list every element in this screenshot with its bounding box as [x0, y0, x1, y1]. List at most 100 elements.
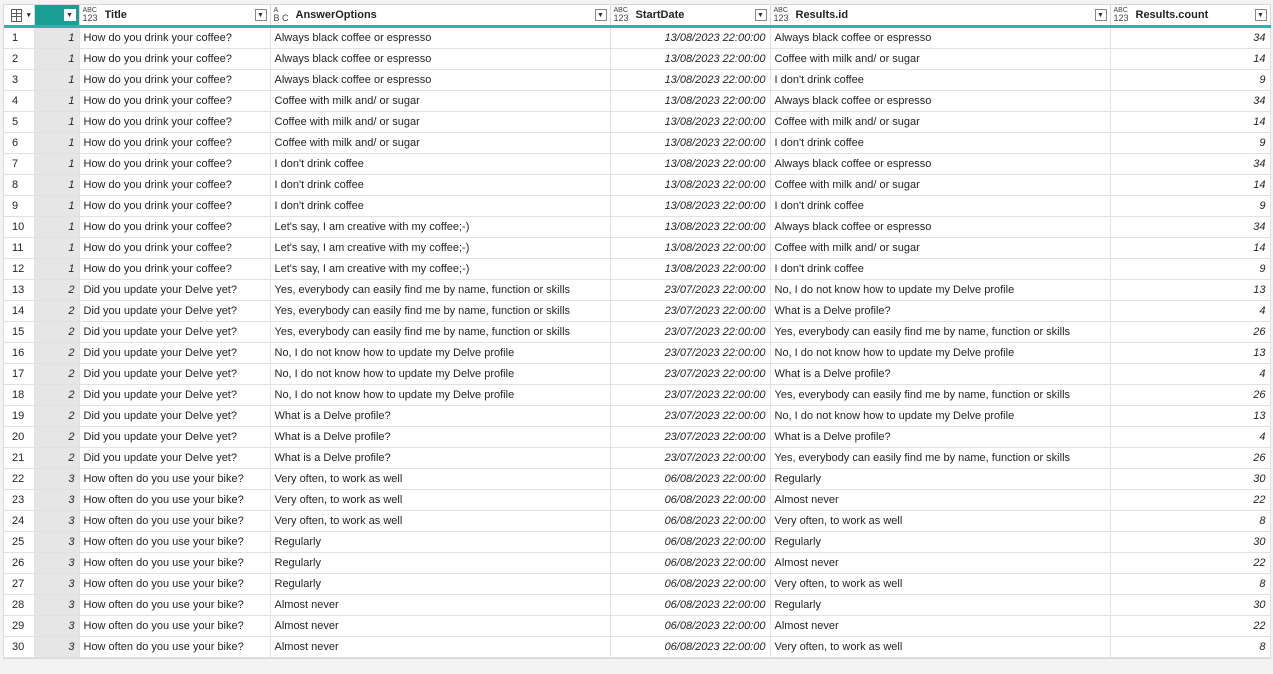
row-number[interactable]: 16 — [4, 342, 35, 364]
cell-id[interactable]: 1 — [34, 153, 80, 175]
cell-answer-option[interactable]: Let's say, I am creative with my coffee;… — [270, 258, 611, 280]
cell-id[interactable]: 3 — [34, 489, 80, 511]
cell-start-date[interactable]: 13/08/2023 22:00:00 — [610, 237, 771, 259]
cell-answer-option[interactable]: Very often, to work as well — [270, 489, 611, 511]
table-row[interactable]: 5 1 How do you drink your coffee? Coffee wi… — [4, 111, 1271, 133]
row-number[interactable]: 28 — [4, 594, 35, 616]
cell-answer-option[interactable]: Always black coffee or espresso — [270, 69, 611, 91]
column-header-results-id[interactable]: ABC 123 Results.id ▼ — [770, 5, 1111, 28]
cell-id[interactable]: 2 — [34, 342, 80, 364]
table-row[interactable]: 2 1 How do you drink your coffee? Always bl… — [4, 48, 1271, 70]
cell-start-date[interactable]: 23/07/2023 22:00:00 — [610, 363, 771, 385]
cell-results-count[interactable]: 13 — [1110, 405, 1271, 427]
cell-start-date[interactable]: 06/08/2023 22:00:00 — [610, 594, 771, 616]
table-row[interactable]: 30 3 How often do you use your bike? Almost… — [4, 636, 1271, 658]
cell-id[interactable]: 2 — [34, 384, 80, 406]
cell-results-count[interactable]: 8 — [1110, 636, 1271, 658]
cell-results-count[interactable]: 9 — [1110, 195, 1271, 217]
row-number[interactable]: 21 — [4, 447, 35, 469]
cell-results-id[interactable]: Regularly — [770, 531, 1111, 553]
cell-title[interactable]: Did you update your Delve yet? — [79, 405, 271, 427]
cell-results-id[interactable]: Almost never — [770, 552, 1111, 574]
cell-start-date[interactable]: 23/07/2023 22:00:00 — [610, 342, 771, 364]
cell-answer-option[interactable]: I don't drink coffee — [270, 195, 611, 217]
column-header-title[interactable]: ABC 123 Title ▼ — [79, 5, 271, 28]
cell-title[interactable]: Did you update your Delve yet? — [79, 426, 271, 448]
cell-start-date[interactable]: 13/08/2023 22:00:00 — [610, 195, 771, 217]
cell-id[interactable]: 1 — [34, 237, 80, 259]
cell-id[interactable]: 3 — [34, 510, 80, 532]
table-row[interactable]: 7 1 How do you drink your coffee? I don't d… — [4, 153, 1271, 175]
cell-title[interactable]: How do you drink your coffee? — [79, 174, 271, 196]
cell-title[interactable]: Did you update your Delve yet? — [79, 384, 271, 406]
cell-results-id[interactable]: No, I do not know how to update my Delve… — [770, 279, 1111, 301]
row-number[interactable]: 9 — [4, 195, 35, 217]
row-number[interactable]: 22 — [4, 468, 35, 490]
cell-results-id[interactable]: No, I do not know how to update my Delve… — [770, 405, 1111, 427]
cell-results-count[interactable]: 34 — [1110, 26, 1271, 49]
cell-start-date[interactable]: 23/07/2023 22:00:00 — [610, 300, 771, 322]
cell-title[interactable]: How often do you use your bike? — [79, 468, 271, 490]
cell-title[interactable]: How do you drink your coffee? — [79, 69, 271, 91]
row-number[interactable]: 10 — [4, 216, 35, 238]
row-number[interactable]: 14 — [4, 300, 35, 322]
table-row[interactable]: 23 3 How often do you use your bike? Very o… — [4, 489, 1271, 511]
table-row[interactable]: 13 2 Did you update your Delve yet? Yes, ev… — [4, 279, 1271, 301]
cell-answer-option[interactable]: Let's say, I am creative with my coffee;… — [270, 216, 611, 238]
table-row[interactable]: 8 1 How do you drink your coffee? I don't d… — [4, 174, 1271, 196]
cell-title[interactable]: How do you drink your coffee? — [79, 48, 271, 70]
table-row[interactable]: 3 1 How do you drink your coffee? Always bl… — [4, 69, 1271, 91]
cell-start-date[interactable]: 13/08/2023 22:00:00 — [610, 153, 771, 175]
cell-results-count[interactable]: 22 — [1110, 615, 1271, 637]
row-number[interactable]: 20 — [4, 426, 35, 448]
row-number[interactable]: 24 — [4, 510, 35, 532]
cell-results-id[interactable]: Coffee with milk and/ or sugar — [770, 111, 1111, 133]
cell-start-date[interactable]: 13/08/2023 22:00:00 — [610, 69, 771, 91]
cell-results-id[interactable]: Almost never — [770, 489, 1111, 511]
table-row[interactable]: 24 3 How often do you use your bike? Very o… — [4, 510, 1271, 532]
row-number[interactable]: 6 — [4, 132, 35, 154]
filter-dropdown-button[interactable]: ▼ — [1254, 9, 1267, 21]
cell-answer-option[interactable]: What is a Delve profile? — [270, 447, 611, 469]
cell-results-count[interactable]: 34 — [1110, 153, 1271, 175]
row-number[interactable]: 8 — [4, 174, 35, 196]
cell-start-date[interactable]: 23/07/2023 22:00:00 — [610, 405, 771, 427]
cell-title[interactable]: Did you update your Delve yet? — [79, 447, 271, 469]
cell-results-id[interactable]: Coffee with milk and/ or sugar — [770, 237, 1111, 259]
cell-results-count[interactable]: 34 — [1110, 216, 1271, 238]
cell-start-date[interactable]: 23/07/2023 22:00:00 — [610, 279, 771, 301]
cell-id[interactable]: 1 — [34, 26, 80, 49]
filter-dropdown-button[interactable]: ▼ — [594, 9, 607, 21]
cell-answer-option[interactable]: Coffee with milk and/ or sugar — [270, 132, 611, 154]
cell-answer-option[interactable]: What is a Delve profile? — [270, 426, 611, 448]
cell-id[interactable]: 1 — [34, 48, 80, 70]
cell-title[interactable]: How often do you use your bike? — [79, 594, 271, 616]
cell-answer-option[interactable]: Almost never — [270, 594, 611, 616]
row-number[interactable]: 11 — [4, 237, 35, 259]
row-number[interactable]: 25 — [4, 531, 35, 553]
table-row[interactable]: 14 2 Did you update your Delve yet? Yes, ev… — [4, 300, 1271, 322]
table-row[interactable]: 17 2 Did you update your Delve yet? No, I d… — [4, 363, 1271, 385]
cell-title[interactable]: How often do you use your bike? — [79, 636, 271, 658]
cell-results-id[interactable]: Yes, everybody can easily find me by nam… — [770, 321, 1111, 343]
cell-id[interactable]: 3 — [34, 615, 80, 637]
cell-results-id[interactable]: Coffee with milk and/ or sugar — [770, 48, 1111, 70]
cell-id[interactable]: 1 — [34, 216, 80, 238]
table-row[interactable]: 25 3 How often do you use your bike? Regula… — [4, 531, 1271, 553]
cell-results-id[interactable]: I don't drink coffee — [770, 69, 1111, 91]
cell-start-date[interactable]: 06/08/2023 22:00:00 — [610, 636, 771, 658]
table-row[interactable]: 1 1 How do you drink your coffee? Always bl… — [4, 26, 1271, 49]
cell-title[interactable]: How often do you use your bike? — [79, 489, 271, 511]
cell-title[interactable]: Did you update your Delve yet? — [79, 300, 271, 322]
cell-results-count[interactable]: 9 — [1110, 69, 1271, 91]
cell-results-count[interactable]: 13 — [1110, 342, 1271, 364]
cell-start-date[interactable]: 13/08/2023 22:00:00 — [610, 48, 771, 70]
cell-results-id[interactable]: Regularly — [770, 594, 1111, 616]
cell-results-count[interactable]: 4 — [1110, 426, 1271, 448]
cell-results-id[interactable]: Always black coffee or espresso — [770, 90, 1111, 112]
cell-results-count[interactable]: 30 — [1110, 468, 1271, 490]
row-number[interactable]: 17 — [4, 363, 35, 385]
cell-answer-option[interactable]: No, I do not know how to update my Delve… — [270, 384, 611, 406]
row-number[interactable]: 23 — [4, 489, 35, 511]
cell-title[interactable]: How often do you use your bike? — [79, 510, 271, 532]
